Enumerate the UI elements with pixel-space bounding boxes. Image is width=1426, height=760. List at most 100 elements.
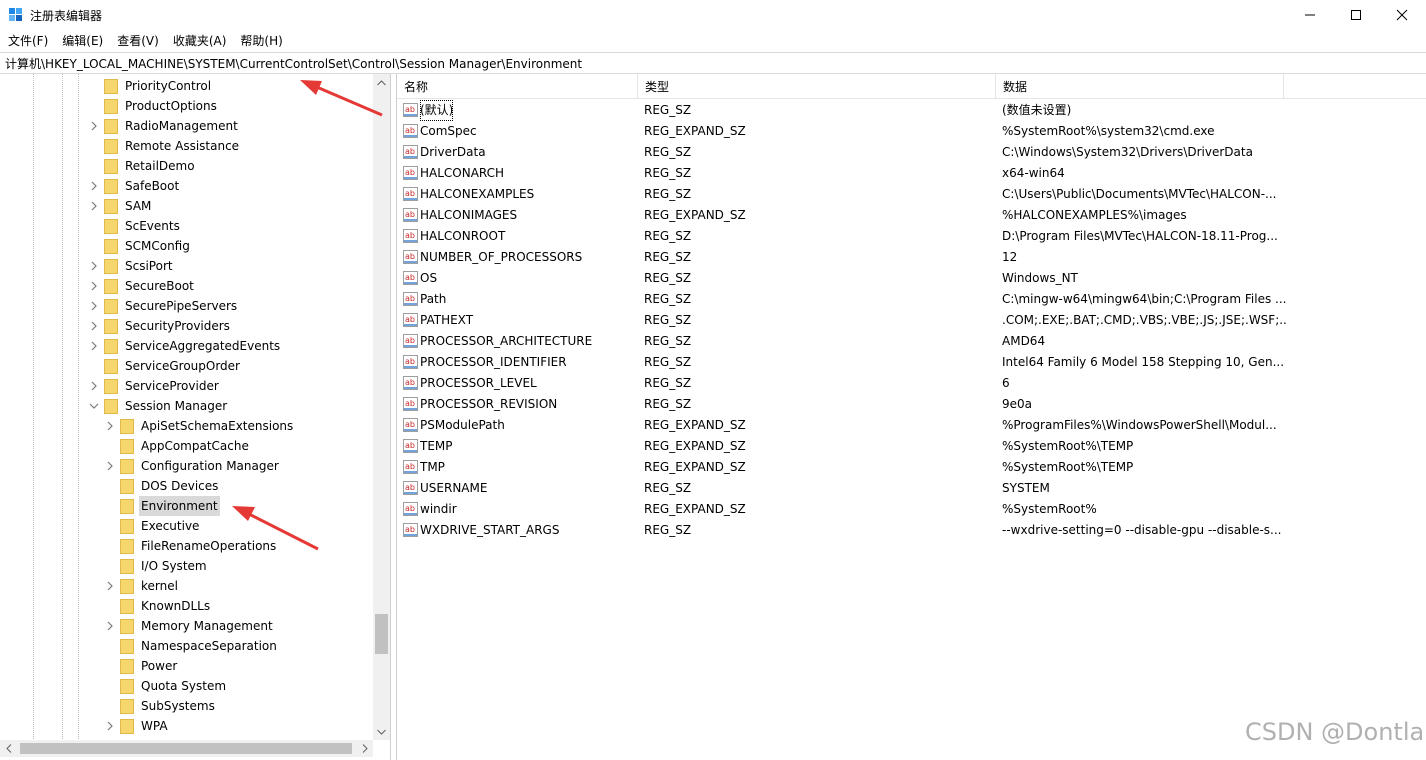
value-row[interactable]: ab windir REG_EXPAND_SZ %SystemRoot% xyxy=(397,499,1426,520)
tree-item[interactable]: SAM xyxy=(84,196,153,216)
tree-item[interactable]: AppCompatCache xyxy=(100,436,251,456)
value-type: REG_SZ xyxy=(644,292,692,306)
column-header-type[interactable]: 类型 xyxy=(638,74,996,99)
svg-text:ab: ab xyxy=(405,357,415,366)
value-row[interactable]: ab TMP REG_EXPAND_SZ %SystemRoot%\TEMP xyxy=(397,457,1426,478)
tree-item[interactable]: SafeBoot xyxy=(84,176,181,196)
tree-item[interactable]: ApiSetSchemaExtensions xyxy=(100,416,295,436)
close-button[interactable] xyxy=(1379,0,1425,30)
tree-item[interactable]: ScsiPort xyxy=(84,256,175,276)
tree-vertical-scrollbar[interactable] xyxy=(373,74,390,740)
value-row[interactable]: ab PROCESSOR_IDENTIFIER REG_SZ Intel64 Fami… xyxy=(397,352,1426,373)
value-row[interactable]: ab TEMP REG_EXPAND_SZ %SystemRoot%\TEMP xyxy=(397,436,1426,457)
tree-item[interactable]: RadioManagement xyxy=(84,116,240,136)
menu-help[interactable]: 帮助(H) xyxy=(232,31,288,51)
menu-file[interactable]: 文件(F) xyxy=(0,31,54,51)
value-row[interactable]: ab OS REG_SZ Windows_NT xyxy=(397,268,1426,289)
value-row[interactable]: ab DriverData REG_SZ C:\Windows\System32\Dr… xyxy=(397,142,1426,163)
menu-view[interactable]: 查看(V) xyxy=(109,31,165,51)
tree-item[interactable]: SecurePipeServers xyxy=(84,296,239,316)
menu-favorites[interactable]: 收藏夹(A) xyxy=(165,31,233,51)
maximize-button[interactable] xyxy=(1333,0,1379,30)
tree-item[interactable]: Remote Assistance xyxy=(84,136,241,156)
svg-text:ab: ab xyxy=(405,210,415,219)
chevron-right-icon[interactable] xyxy=(89,301,99,311)
value-name: PROCESSOR_ARCHITECTURE xyxy=(420,334,593,348)
chevron-right-icon[interactable] xyxy=(89,381,99,391)
tree-item[interactable]: Executive xyxy=(100,516,201,536)
chevron-right-icon[interactable] xyxy=(89,121,99,131)
value-row[interactable]: ab PROCESSOR_REVISION REG_SZ 9e0a xyxy=(397,394,1426,415)
chevron-right-icon[interactable] xyxy=(105,621,115,631)
column-header-name[interactable]: 名称 xyxy=(397,74,638,99)
tree-vscroll-thumb[interactable] xyxy=(375,614,388,654)
tree-item[interactable]: DOS Devices xyxy=(100,476,220,496)
string-value-icon: ab xyxy=(403,439,418,453)
chevron-right-icon[interactable] xyxy=(105,421,115,431)
chevron-right-icon[interactable] xyxy=(89,181,99,191)
tree-item[interactable]: Power xyxy=(100,656,179,676)
tree-item[interactable]: SecureBoot xyxy=(84,276,196,296)
tree-item[interactable]: KnownDLLs xyxy=(100,596,212,616)
tree-item[interactable]: ScEvents xyxy=(84,216,182,236)
value-type: REG_SZ xyxy=(644,250,692,264)
tree-item[interactable]: ServiceAggregatedEvents xyxy=(84,336,282,356)
tree-item[interactable]: WPA xyxy=(100,716,170,736)
chevron-down-icon[interactable] xyxy=(89,401,99,411)
tree-item[interactable]: kernel xyxy=(100,576,180,596)
chevron-right-icon[interactable] xyxy=(89,341,99,351)
tree-item[interactable]: ServiceProvider xyxy=(84,376,221,396)
tree-item[interactable]: I/O System xyxy=(100,556,209,576)
tree-item[interactable]: Quota System xyxy=(100,676,228,696)
value-row[interactable]: ab (默认) REG_SZ (数值未设置) xyxy=(397,100,1426,121)
value-row[interactable]: ab HALCONEXAMPLES REG_SZ C:\Users\Public\Do… xyxy=(397,184,1426,205)
tree-item[interactable]: Configuration Manager xyxy=(100,456,281,476)
value-row[interactable]: ab PSModulePath REG_EXPAND_SZ %ProgramFiles… xyxy=(397,415,1426,436)
tree-item[interactable]: NamespaceSeparation xyxy=(100,636,279,656)
chevron-right-icon[interactable] xyxy=(89,201,99,211)
minimize-button[interactable] xyxy=(1287,0,1333,30)
tree-item[interactable]: SubSystems xyxy=(100,696,217,716)
value-row[interactable]: ab ComSpec REG_EXPAND_SZ %SystemRoot%\syste… xyxy=(397,121,1426,142)
tree-item[interactable]: ProductOptions xyxy=(84,96,219,116)
chevron-right-icon[interactable] xyxy=(89,281,99,291)
value-row[interactable]: ab Path REG_SZ C:\mingw-w64\mingw64\bin;C:\… xyxy=(397,289,1426,310)
tree-hscroll-thumb[interactable] xyxy=(20,743,352,754)
tree-item-label: Memory Management xyxy=(141,619,273,633)
value-row[interactable]: ab PROCESSOR_LEVEL REG_SZ 6 xyxy=(397,373,1426,394)
chevron-right-icon[interactable] xyxy=(105,721,115,731)
string-value-icon: ab xyxy=(403,460,418,474)
value-row[interactable]: ab HALCONARCH REG_SZ x64-win64 xyxy=(397,163,1426,184)
scroll-up-arrow-icon[interactable] xyxy=(373,74,390,91)
value-type: REG_SZ xyxy=(644,376,692,390)
value-row[interactable]: ab HALCONROOT REG_SZ D:\Program Files\MVTec… xyxy=(397,226,1426,247)
value-row[interactable]: ab HALCONIMAGES REG_EXPAND_SZ %HALCONEXAMPL… xyxy=(397,205,1426,226)
tree-item[interactable]: FileRenameOperations xyxy=(100,536,278,556)
menu-edit[interactable]: 编辑(E) xyxy=(54,31,109,51)
chevron-right-icon[interactable] xyxy=(105,581,115,591)
tree-item[interactable]: Session Manager xyxy=(84,396,229,416)
tree-item[interactable]: Memory Management xyxy=(100,616,275,636)
value-row[interactable]: ab WXDRIVE_START_ARGS REG_SZ --wxdrive-sett… xyxy=(397,520,1426,541)
tree-horizontal-scrollbar[interactable] xyxy=(0,740,373,757)
chevron-right-icon[interactable] xyxy=(105,461,115,471)
tree-item[interactable]: PriorityControl xyxy=(84,76,213,96)
value-row[interactable]: ab PATHEXT REG_SZ .COM;.EXE;.BAT;.CMD;.VBS;… xyxy=(397,310,1426,331)
address-bar[interactable]: 计算机\HKEY_LOCAL_MACHINE\SYSTEM\CurrentCon… xyxy=(0,52,1426,74)
scroll-right-arrow-icon[interactable] xyxy=(356,740,373,757)
column-header-data[interactable]: 数据 xyxy=(996,74,1284,99)
value-row[interactable]: ab USERNAME REG_SZ SYSTEM xyxy=(397,478,1426,499)
value-row[interactable]: ab NUMBER_OF_PROCESSORS REG_SZ 12 xyxy=(397,247,1426,268)
value-name: PATHEXT xyxy=(420,313,474,327)
tree-item[interactable]: RetailDemo xyxy=(84,156,197,176)
tree-item[interactable]: ServiceGroupOrder xyxy=(84,356,242,376)
value-row[interactable]: ab PROCESSOR_ARCHITECTURE REG_SZ AMD64 xyxy=(397,331,1426,352)
chevron-right-icon[interactable] xyxy=(89,261,99,271)
value-name: Path xyxy=(420,292,447,306)
scroll-down-arrow-icon[interactable] xyxy=(373,723,390,740)
tree-item[interactable]: Environment xyxy=(100,496,220,516)
tree-item[interactable]: SecurityProviders xyxy=(84,316,232,336)
scroll-left-arrow-icon[interactable] xyxy=(0,740,17,757)
tree-item[interactable]: SCMConfig xyxy=(84,236,192,256)
chevron-right-icon[interactable] xyxy=(89,321,99,331)
